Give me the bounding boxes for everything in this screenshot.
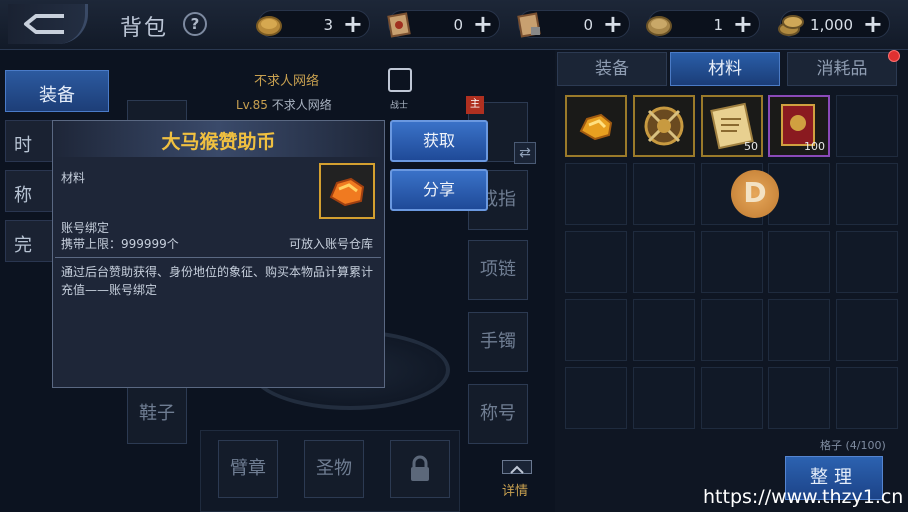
- bag-cell-empty[interactable]: [565, 367, 627, 429]
- back-arrow-icon: [24, 14, 64, 34]
- resource-scroll: 0 +: [387, 10, 500, 38]
- tooltip-category: 材料: [61, 171, 86, 185]
- slot-armband[interactable]: 臂章: [218, 440, 278, 498]
- d-coin-icon[interactable]: D: [731, 170, 779, 218]
- question-icon[interactable]: ?: [183, 12, 207, 36]
- item-count: 50: [744, 140, 758, 153]
- resource-value: 3: [323, 16, 333, 34]
- slot-bracelet[interactable]: 手镯: [468, 312, 528, 372]
- level-name: 不求人网络: [271, 98, 332, 112]
- gold-coin-icon: [256, 16, 282, 36]
- resource-coin-stack: 1,000 +: [778, 10, 890, 38]
- lock-icon: [411, 455, 429, 481]
- notification-dot: [888, 50, 900, 62]
- bag-cell-empty[interactable]: [565, 299, 627, 361]
- swap-icon[interactable]: ⇄: [514, 142, 536, 164]
- scroll-lock-icon: [517, 12, 541, 38]
- bag-item-medal[interactable]: [633, 95, 695, 157]
- bag-cell-empty[interactable]: [633, 163, 695, 225]
- resource-value: 0: [583, 16, 593, 34]
- bag-cell-empty[interactable]: [701, 299, 763, 361]
- add-button[interactable]: +: [603, 12, 623, 36]
- add-button[interactable]: +: [733, 12, 753, 36]
- tooltip-title: 大马猴赞助币: [161, 131, 276, 153]
- tooltip-carry-limit: 携带上限：999999个: [61, 237, 179, 251]
- bag-cell-empty[interactable]: [633, 231, 695, 293]
- coin-stack-icon: [778, 15, 804, 36]
- tab-bag-materials[interactable]: 材料: [670, 52, 780, 86]
- bag-cell-empty[interactable]: [565, 163, 627, 225]
- tab-equipment[interactable]: 装备: [5, 70, 109, 112]
- bag-cell-empty[interactable]: [836, 163, 898, 225]
- scroll-icon: [387, 12, 411, 38]
- gold-nugget-icon: [329, 177, 365, 207]
- bag-item-book[interactable]: 100: [768, 95, 830, 157]
- bag-cell-empty[interactable]: [768, 367, 830, 429]
- add-button[interactable]: +: [863, 12, 883, 36]
- tooltip-description: 通过后台赞助获得、身份地位的象征、购买本物品计算累计充值——账号绑定: [61, 265, 374, 297]
- add-button[interactable]: +: [473, 12, 493, 36]
- item-count: 100: [804, 140, 825, 153]
- bag-cell-empty[interactable]: [565, 231, 627, 293]
- add-button[interactable]: +: [343, 12, 363, 36]
- bag-cell-empty[interactable]: [768, 299, 830, 361]
- class-label: 战士: [390, 101, 409, 111]
- slot-title[interactable]: 称号: [468, 384, 528, 444]
- tab-bag-consumables[interactable]: 消耗品: [787, 52, 897, 86]
- bag-cell-empty[interactable]: [633, 299, 695, 361]
- character-level: Lv.85 不求人网络: [236, 96, 332, 113]
- resource-value: 1: [713, 16, 723, 34]
- bag-cell-empty[interactable]: [701, 367, 763, 429]
- slot-necklace[interactable]: 项链: [468, 240, 528, 300]
- back-button[interactable]: [8, 4, 88, 44]
- resource-scroll-lock: 0 +: [517, 10, 630, 38]
- item-tooltip: 大马猴赞助币 材料 账号绑定 携带上限：999999个 可放入账号仓库 通过后台…: [52, 120, 385, 388]
- bag-cell-empty[interactable]: [836, 95, 898, 157]
- page-title: 背包: [120, 16, 169, 41]
- detail-arrow-icon[interactable]: [502, 460, 532, 474]
- bag-cell-empty[interactable]: [836, 299, 898, 361]
- tooltip-item-icon: [319, 163, 375, 219]
- main-tag: 主: [466, 96, 484, 114]
- level-prefix: Lv.85: [236, 98, 268, 112]
- get-button[interactable]: 获取: [390, 120, 488, 162]
- bag-item-sponsor-coin[interactable]: [565, 95, 627, 157]
- detail-label[interactable]: 详情: [502, 480, 528, 499]
- resource-value: 1,000: [810, 16, 853, 34]
- silver-coin-icon: [646, 16, 672, 36]
- slot-relic[interactable]: 圣物: [304, 440, 364, 498]
- resource-gold-coin: 3 +: [256, 10, 370, 38]
- slot-shoes[interactable]: 鞋子: [127, 384, 187, 444]
- bag-cell-empty[interactable]: [836, 231, 898, 293]
- slot-locked[interactable]: [390, 440, 450, 498]
- resource-silver-coin: 1 +: [646, 10, 760, 38]
- tooltip-storage: 可放入账号仓库: [289, 237, 374, 251]
- medal-icon: [644, 106, 684, 146]
- watermark: https://www.thzy1.cn: [703, 486, 904, 508]
- edit-icon[interactable]: [388, 68, 412, 92]
- bag-item-scroll[interactable]: 50: [701, 95, 763, 157]
- resource-value: 0: [453, 16, 463, 34]
- tab-bag-equipment[interactable]: 装备: [557, 52, 667, 86]
- tooltip-bind: 账号绑定: [61, 221, 110, 235]
- tooltip-divider: [55, 257, 381, 258]
- gold-nugget-icon: [579, 113, 613, 141]
- bag-cell-empty[interactable]: [768, 231, 830, 293]
- share-button[interactable]: 分享: [390, 169, 488, 211]
- bag-cell-empty[interactable]: [701, 231, 763, 293]
- bag-cell-empty[interactable]: [633, 367, 695, 429]
- character-name: 不求人网络: [254, 74, 320, 89]
- slot-count: 格子 (4/100): [820, 439, 886, 452]
- bag-cell-empty[interactable]: [836, 367, 898, 429]
